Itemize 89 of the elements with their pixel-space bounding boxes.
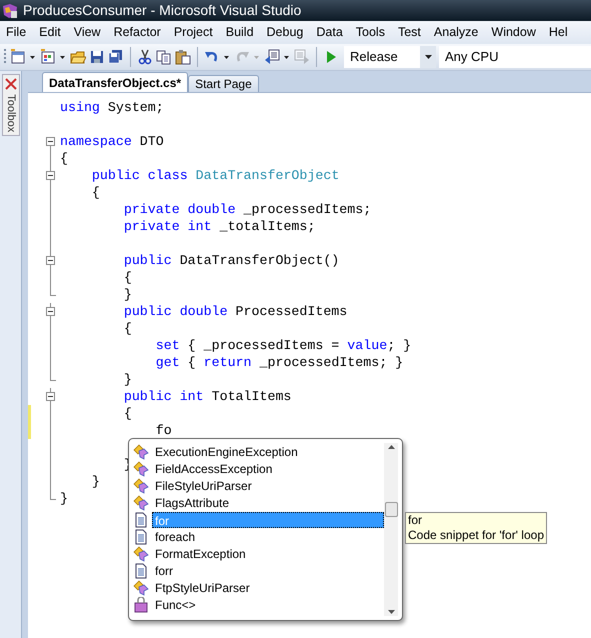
collapse-icon[interactable] xyxy=(46,171,55,180)
menu-item[interactable]: Hel xyxy=(548,23,568,42)
code-line: { xyxy=(60,150,68,167)
class-icon xyxy=(133,580,149,596)
completion-item[interactable]: foreach xyxy=(152,528,384,544)
dropdown-arrow-icon[interactable] xyxy=(60,56,65,58)
cut-icon[interactable] xyxy=(137,49,153,65)
snippet-icon xyxy=(133,512,149,528)
collapse-icon[interactable] xyxy=(46,137,55,146)
paste-icon[interactable] xyxy=(175,49,191,65)
completion-item[interactable]: FlagsAttribute xyxy=(152,494,384,510)
menu-item[interactable]: File xyxy=(6,23,26,42)
code-line: { xyxy=(90,184,100,201)
class-icon xyxy=(133,460,149,476)
toolbox-label: Toolbox xyxy=(4,94,18,132)
completion-item[interactable]: Func<> xyxy=(152,596,384,612)
add-item-icon[interactable] xyxy=(40,49,56,65)
scroll-down-icon[interactable] xyxy=(388,608,394,616)
code-line: private int _totalItems; xyxy=(122,218,316,235)
save-all-icon[interactable] xyxy=(108,49,124,65)
collapse-icon[interactable] xyxy=(46,256,55,265)
completion-item[interactable]: forr xyxy=(152,562,384,578)
completion-item[interactable]: FieldAccessException xyxy=(152,460,384,476)
document-tab[interactable]: Start Page xyxy=(188,75,259,92)
class-icon xyxy=(133,494,149,510)
code-line: fo xyxy=(154,422,172,439)
code-line: } xyxy=(60,490,68,507)
code-line: get { return _processedItems; } xyxy=(154,354,404,371)
menu-item[interactable]: Test xyxy=(398,23,421,42)
scrollbar[interactable] xyxy=(384,443,398,616)
menu-item[interactable]: View xyxy=(74,23,101,42)
class-icon xyxy=(133,546,149,562)
open-folder-icon[interactable] xyxy=(70,49,86,65)
completion-item[interactable]: FtpStyleUriParser xyxy=(152,580,384,596)
window-title: ProducesConsumer - Microsoft Visual Studio xyxy=(23,1,302,20)
save-icon[interactable] xyxy=(89,49,105,65)
configuration-dropdown[interactable]: Release xyxy=(344,46,436,68)
dropdown-arrow-icon[interactable] xyxy=(224,56,229,58)
code-line: } xyxy=(122,371,132,388)
collapse-icon[interactable] xyxy=(46,307,55,316)
snippet-icon xyxy=(133,528,149,544)
menu-item[interactable]: Debug xyxy=(266,23,304,42)
delegate-icon xyxy=(133,596,149,612)
code-line: public DataTransferObject() xyxy=(122,252,340,269)
dropdown-arrow-icon[interactable] xyxy=(284,56,289,58)
menu-item[interactable]: Data xyxy=(316,23,343,42)
configuration-value: Release xyxy=(350,48,398,66)
copy-icon[interactable] xyxy=(156,49,172,65)
code-line: private double _processedItems; xyxy=(122,201,372,218)
tools-icon xyxy=(4,77,18,91)
menu-item[interactable]: Edit xyxy=(39,23,61,42)
dropdown-arrow-icon[interactable] xyxy=(30,56,35,58)
dropdown-arrow-icon xyxy=(424,55,432,59)
code-line: public class DataTransferObject xyxy=(90,167,340,184)
class-icon xyxy=(133,478,149,494)
scroll-thumb[interactable] xyxy=(384,502,398,517)
code-line: } xyxy=(90,473,100,490)
menu-item[interactable]: Tools xyxy=(356,23,385,42)
platform-value: Any CPU xyxy=(445,48,498,66)
code-line: namespace DTO xyxy=(60,133,164,150)
completion-item[interactable]: ExecutionEngineException xyxy=(152,444,384,460)
app-icon xyxy=(2,2,18,18)
menu-item[interactable]: Analyze xyxy=(434,23,478,42)
code-line: } xyxy=(122,286,132,303)
document-tab[interactable]: DataTransferObject.cs* xyxy=(42,72,188,92)
scroll-up-icon[interactable] xyxy=(388,443,394,451)
menu-item[interactable]: Project xyxy=(174,23,213,42)
platform-dropdown[interactable]: Any CPU xyxy=(439,46,591,68)
tooltip-description: Code snippet for 'for' loop xyxy=(408,528,544,543)
document-arrow-icon[interactable] xyxy=(264,49,280,65)
completion-item[interactable]: FileStyleUriParser xyxy=(152,478,384,494)
code-line: { xyxy=(122,405,132,422)
code-line: { xyxy=(122,269,132,286)
code-line: public double ProcessedItems xyxy=(122,303,348,320)
new-project-icon[interactable] xyxy=(10,49,26,65)
completion-item[interactable]: FormatException xyxy=(152,546,384,562)
code-line: { xyxy=(122,320,132,337)
code-line: set { _processedItems = value; } xyxy=(154,337,412,354)
toolbar-grip-icon xyxy=(4,48,7,66)
class-icon xyxy=(133,444,149,460)
tooltip-title: for xyxy=(408,513,424,528)
menu-item[interactable]: Refactor xyxy=(114,23,161,42)
menu-item[interactable]: Build xyxy=(226,23,254,42)
menu-item[interactable]: Window xyxy=(491,23,536,42)
snippet-icon xyxy=(133,562,149,578)
collapse-icon[interactable] xyxy=(46,392,55,401)
code-line: public int TotalItems xyxy=(122,388,292,405)
toolbox-tab[interactable]: Toolbox xyxy=(2,74,20,136)
code-line: using System; xyxy=(60,99,164,116)
